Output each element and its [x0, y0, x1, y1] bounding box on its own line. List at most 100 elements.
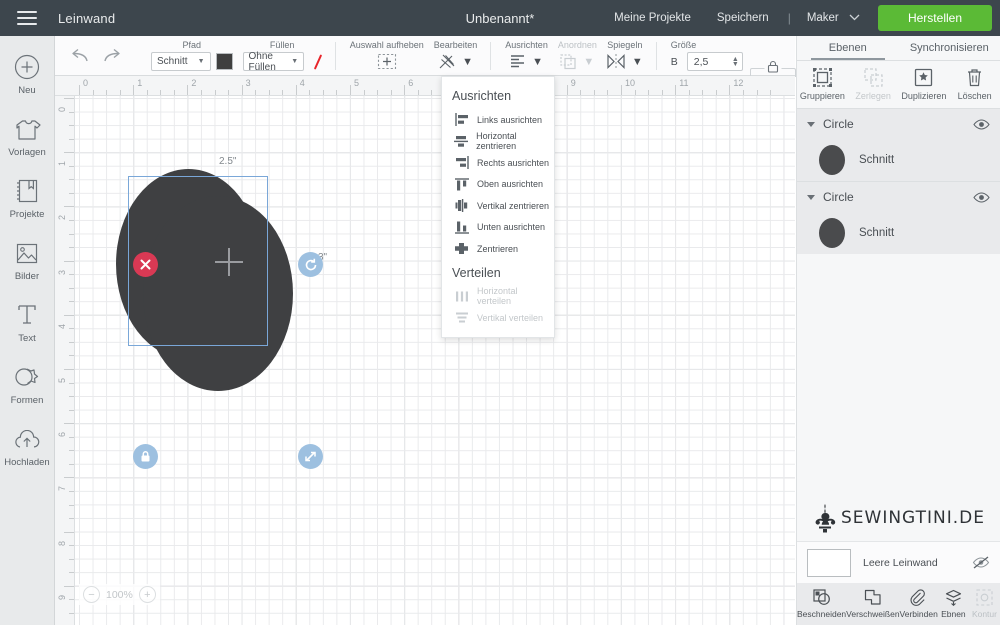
path-select[interactable]: Schnitt ▼	[151, 52, 211, 71]
align-top-icon	[454, 178, 469, 191]
width-input[interactable]: 2,5 ▲ ▼	[686, 52, 743, 71]
group-button[interactable]: Gruppieren	[797, 61, 848, 108]
ruler-tick-minor	[634, 90, 636, 95]
chevron-down-icon[interactable]	[807, 121, 815, 127]
distribute-v-icon	[454, 311, 469, 324]
menu-item-label: Horizontal verteilen	[477, 286, 518, 307]
sidebar-item-label: Vorlagen	[8, 147, 46, 158]
left-rail: Neu Vorlagen Projekte Bilder Text Formen…	[0, 36, 55, 625]
ruler-label: 10	[625, 78, 636, 88]
fill-caption: Füllen	[269, 40, 295, 50]
menu-item-align-top[interactable]: Oben ausrichten	[442, 174, 554, 196]
menu-item-center[interactable]: Zentrieren	[442, 238, 554, 260]
tab-synchronisieren[interactable]: Synchronisieren	[899, 36, 1000, 60]
ruler-tick-minor	[146, 90, 148, 95]
edit-button[interactable]: Bearbeiten ▼	[429, 36, 483, 76]
flatten-icon	[944, 589, 963, 606]
tab-ebenen[interactable]: Ebenen	[797, 36, 899, 60]
ruler-tick-minor	[69, 599, 74, 601]
save-link[interactable]: Speichern	[704, 12, 782, 24]
arrange-caption: Anordnen	[557, 40, 597, 50]
redo-icon[interactable]	[103, 48, 123, 64]
rotate-handle-icon[interactable]	[298, 252, 323, 277]
canvas-color-swatch[interactable]	[807, 548, 851, 577]
make-button[interactable]: Herstellen	[877, 5, 992, 31]
menu-item-align-right[interactable]: Rechts ausrichten	[442, 152, 554, 174]
align-dropdown-menu: Ausrichten Links ausrichten Horizontal z…	[441, 76, 555, 338]
sidebar-item-vorlagen[interactable]: Vorlagen	[0, 106, 55, 168]
width-value: 2,5	[693, 55, 709, 68]
sidebar-item-bilder[interactable]: Bilder	[0, 230, 55, 292]
delete-button[interactable]: Löschen	[949, 61, 1000, 108]
eye-icon[interactable]	[973, 118, 990, 130]
layer-header[interactable]: Circle	[797, 182, 1000, 212]
ruler-tick-minor	[69, 558, 74, 560]
sidebar-item-formen[interactable]: Formen	[0, 354, 55, 416]
ruler-tick-minor	[336, 90, 338, 95]
slice-label: Beschneiden	[797, 609, 847, 619]
path-color-swatch[interactable]	[215, 53, 233, 70]
machine-selector[interactable]: Maker	[797, 12, 866, 24]
layer-group: Circle Schnitt	[797, 181, 1000, 254]
my-projects-link[interactable]: Meine Projekte	[601, 12, 704, 24]
lock-handle-icon[interactable]	[133, 444, 158, 469]
sidebar-item-text[interactable]: Text	[0, 292, 55, 354]
ruler-tick-minor	[390, 90, 392, 95]
menu-item-align-center-h[interactable]: Horizontal zentrieren	[442, 131, 554, 153]
align-icon	[510, 54, 527, 69]
slice-button[interactable]: Beschneiden	[797, 583, 846, 625]
eye-icon[interactable]	[973, 191, 990, 203]
design-canvas[interactable]: 2.5" 3" − 100% +	[75, 96, 795, 625]
fill-control[interactable]: Füllen Ohne Füllen ▼	[238, 36, 327, 76]
menu-item-align-left[interactable]: Links ausrichten	[442, 109, 554, 131]
delete-handle-icon[interactable]	[133, 252, 158, 277]
weld-button[interactable]: Verschweißen	[846, 583, 900, 625]
canvas-layer-row[interactable]: Leere Leinwand	[797, 541, 1000, 583]
ruler-label: 4	[299, 78, 305, 88]
no-fill-icon[interactable]	[309, 53, 322, 70]
layer-child-row[interactable]: Schnitt	[797, 139, 1000, 181]
zoom-in-button[interactable]: +	[138, 586, 156, 603]
width-dimension-label: 2.5"	[219, 156, 237, 167]
eye-off-icon[interactable]	[972, 556, 990, 569]
ruler-tick-minor	[69, 111, 74, 113]
attach-button[interactable]: Verbinden	[900, 583, 938, 625]
undo-icon[interactable]	[69, 48, 89, 64]
ruler-tick-minor	[69, 274, 74, 276]
ruler-tick	[64, 531, 74, 533]
align-button[interactable]: Ausrichten ▼	[500, 36, 553, 76]
fleur-de-lis-icon	[812, 503, 838, 533]
ruler-label: 6	[57, 432, 67, 438]
chevron-down-icon[interactable]	[807, 194, 815, 200]
path-control[interactable]: Pfad Schnitt ▼	[146, 36, 238, 76]
sidebar-item-label: Formen	[10, 395, 44, 406]
width-control[interactable]: Größe B 2,5 ▲ ▼	[666, 36, 748, 76]
ruler-tick-minor	[160, 90, 162, 95]
ruler-tick-minor	[69, 396, 74, 398]
ruler-tick-minor	[92, 90, 94, 95]
menu-item-align-bottom[interactable]: Unten ausrichten	[442, 217, 554, 239]
ruler-tick-minor	[214, 90, 216, 95]
menu-item-label: Oben ausrichten	[477, 179, 544, 190]
top-bar: Leinwand Unbenannt* Meine Projekte Speic…	[0, 0, 1000, 36]
sidebar-item-projekte[interactable]: Projekte	[0, 168, 55, 230]
ruler-tick-minor	[702, 90, 704, 95]
width-stepper[interactable]: ▲ ▼	[732, 56, 739, 68]
layer-header[interactable]: Circle	[797, 109, 1000, 139]
sidebar-item-neu[interactable]: Neu	[0, 44, 55, 106]
ruler-tick-minor	[69, 490, 74, 492]
duplicate-button[interactable]: Duplizieren	[899, 61, 950, 108]
sidebar-item-hochladen[interactable]: Hochladen	[0, 416, 55, 478]
flip-button[interactable]: Spiegeln ▼	[602, 36, 648, 76]
flatten-button[interactable]: Ebnen	[938, 583, 969, 625]
fill-select[interactable]: Ohne Füllen ▼	[242, 51, 305, 73]
deselect-button[interactable]: Auswahl aufheben	[345, 36, 429, 76]
aspect-lock[interactable]	[748, 36, 798, 77]
selection-group: Auswahl aufheben Bearbeiten ▼	[336, 36, 492, 76]
path-value: Schnitt	[157, 56, 188, 67]
layer-child-row[interactable]: Schnitt	[797, 212, 1000, 254]
hamburger-icon[interactable]	[0, 0, 54, 36]
zoom-out-button[interactable]: −	[83, 586, 100, 603]
menu-item-align-center-v[interactable]: Vertikal zentrieren	[442, 195, 554, 217]
resize-handle-icon[interactable]	[298, 444, 323, 469]
